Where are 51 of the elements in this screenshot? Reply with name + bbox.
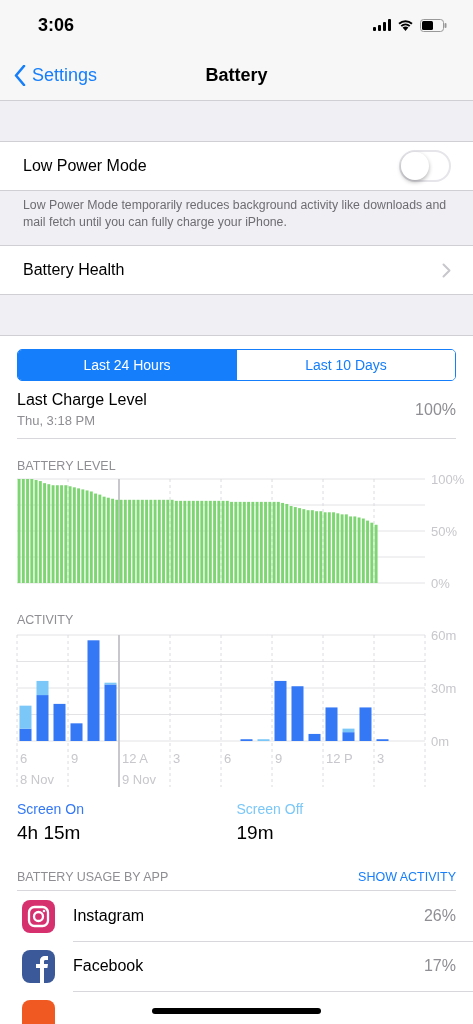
back-button[interactable]: Settings	[0, 64, 98, 86]
toggle-switch[interactable]	[399, 150, 451, 182]
total-value: 4h 15m	[17, 822, 82, 844]
axis-label: 6	[224, 751, 232, 766]
axis-label: 60m	[431, 628, 457, 643]
charge-value: 100%	[415, 400, 456, 419]
section-title: BATTERY USAGE BY APP	[17, 870, 169, 884]
bar	[359, 707, 372, 741]
chart-title: ACTIVITY	[17, 613, 75, 627]
setting-label: Low Power Mode	[23, 157, 147, 175]
axis-label: 6	[20, 751, 28, 766]
app-percent: 17%	[423, 956, 456, 975]
axis-label: 30m	[431, 681, 457, 696]
chevron-right-icon	[442, 262, 451, 278]
status-time: 3:06	[38, 14, 75, 36]
footer-text: Low Power Mode temporarily reduces background activity like downloads and mail fetch until you can fully charge your iPhone.	[22, 197, 448, 231]
axis-label: 12 A	[122, 751, 149, 766]
axis-label: 3	[173, 751, 181, 766]
date-label: 8 Nov	[20, 772, 54, 787]
show-activity-link[interactable]: SHOW ACTIVITY	[358, 870, 456, 884]
app-name: Instagram	[73, 906, 145, 925]
app-percent: 26%	[423, 906, 456, 925]
app-icon[interactable]	[22, 999, 55, 1024]
camera-app-icon[interactable]	[22, 899, 55, 933]
bar	[325, 707, 338, 741]
battery-health-row[interactable]: Battery Health	[0, 245, 473, 295]
app-name: Facebook	[73, 956, 144, 975]
axis-label: 3	[377, 751, 385, 766]
chart-title: BATTERY LEVEL	[17, 459, 117, 473]
bar	[308, 733, 321, 741]
axis-label: 100%	[431, 473, 465, 487]
axis-label: 0m	[431, 734, 450, 749]
charge-time: Thu, 3:18 PM	[17, 413, 97, 428]
signal-icon	[373, 19, 391, 31]
charge-label: Last Charge Level	[17, 391, 147, 409]
f-app-icon[interactable]	[22, 949, 55, 983]
axis-label: 50%	[431, 524, 458, 539]
axis-label: 12 P	[326, 751, 353, 766]
chevron-left-icon	[14, 64, 26, 86]
page-title: Battery	[205, 64, 268, 85]
legend-label: Screen Off	[236, 801, 305, 817]
legend-label: Screen On	[17, 801, 85, 817]
bar	[53, 703, 66, 741]
bar	[70, 723, 83, 741]
segment-tab[interactable]: Last 24 Hours	[18, 350, 236, 380]
segment-tab[interactable]: Last 10 Days	[236, 350, 455, 380]
wifi-icon	[397, 19, 414, 31]
bar	[274, 680, 287, 741]
battery-icon	[420, 18, 447, 32]
total-value: 19m	[236, 822, 275, 844]
bar	[291, 686, 304, 741]
